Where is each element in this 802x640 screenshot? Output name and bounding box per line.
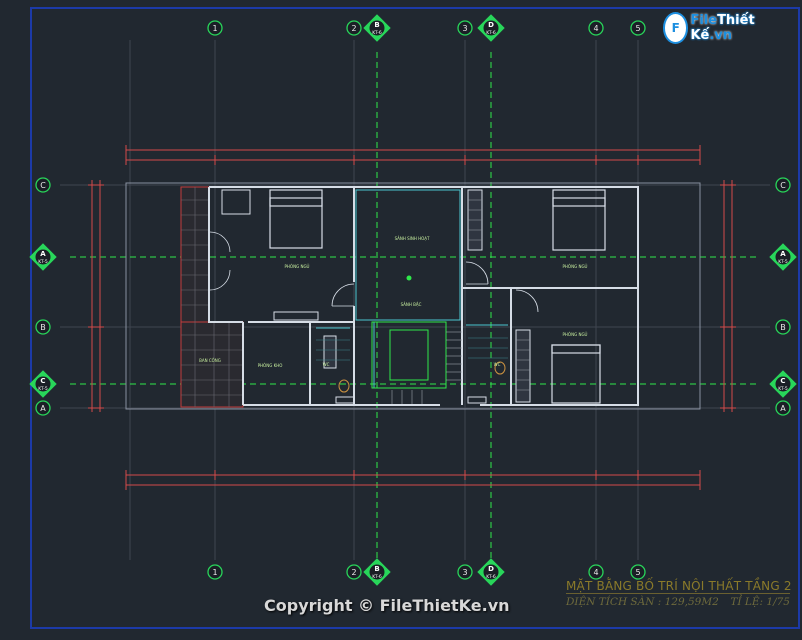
walls (208, 186, 639, 406)
drawing-title: MẶT BẰNG BỐ TRÍ NỘI THẤT TẦNG 2 (566, 579, 792, 594)
copyright-watermark: Copyright © FileThietKe.vn (264, 596, 510, 615)
grid-bubble-label: C (780, 181, 786, 190)
section-marker-label: D (488, 21, 494, 29)
section-marker: BKT-6 (363, 14, 391, 42)
grid-bubble-label: C (40, 181, 46, 190)
grid-bubble-label: 4 (593, 24, 598, 33)
grid-bubble-label: 4 (593, 568, 598, 577)
grid-bubble-label: 3 (462, 568, 467, 577)
left-dimensions (88, 180, 104, 412)
grid-bubble: B (35, 319, 51, 335)
section-marker: AKT-5 (769, 243, 797, 271)
section-marker: DKT-6 (477, 14, 505, 42)
toilets (335, 361, 506, 404)
room-label: BAN CÔNG (199, 358, 221, 363)
grid-bubble: 3 (457, 564, 473, 580)
grid-bubble-label: A (40, 404, 46, 413)
section-axes (70, 52, 760, 575)
grid-bubble-label: A (780, 404, 786, 413)
grid-bubble-label: B (780, 323, 786, 332)
room-label: SẢNH SINH HOẠT (395, 236, 430, 241)
grid-bubble: A (35, 400, 51, 416)
room-label: WC (323, 362, 330, 367)
section-marker: CKT-5 (769, 370, 797, 398)
bottom-dimensions (125, 470, 701, 490)
grid-bubble: 1 (207, 20, 223, 36)
grid-lines (60, 40, 770, 560)
section-marker-sheet: KT-6 (372, 30, 382, 36)
cad-drawing-canvas: PHÒNG NGỦ SẢNH SINH HOẠT PHÒNG NGỦ PHÒNG… (0, 0, 802, 640)
floor-plan-drawing: PHÒNG NGỦ SẢNH SINH HOẠT PHÒNG NGỦ PHÒNG… (29, 7, 800, 629)
sheet-frame (30, 7, 800, 629)
section-marker-sheet: KT-6 (372, 574, 382, 580)
right-dimensions (720, 180, 736, 412)
section-marker-label: B (374, 565, 379, 573)
section-marker: CKT-5 (29, 370, 57, 398)
stair-outline (371, 321, 447, 389)
logo-text: FileThiết Kế.vn (690, 13, 775, 43)
grid-bubble: 4 (588, 564, 604, 580)
grid-bubble: 2 (346, 564, 362, 580)
stair-steps (391, 331, 462, 404)
section-marker-sheet: KT-5 (778, 259, 788, 265)
room-label: PHÒNG NGỦ (285, 264, 310, 269)
section-marker-sheet: KT-6 (486, 30, 496, 36)
grid-bubble-label: 5 (635, 568, 640, 577)
grid-bubble-label: 2 (351, 24, 356, 33)
section-marker-label: A (40, 250, 46, 258)
level-marker (406, 275, 412, 281)
grid-bubble-label: B (40, 323, 46, 332)
grid-bubble: C (775, 177, 791, 193)
grid-bubble: 4 (588, 20, 604, 36)
drawing-scale: TỈ LỆ: 1/75 (730, 596, 790, 608)
top-dimensions (125, 145, 701, 165)
floor-area: DIỆN TÍCH SÀN : 129,59M2 (566, 596, 719, 608)
title-block: MẶT BẰNG BỐ TRÍ NỘI THẤT TẦNG 2 DIỆN TÍC… (566, 579, 792, 608)
grid-bubble-label: 3 (462, 24, 467, 33)
section-marker-label: C (780, 377, 785, 385)
grid-bubble: 1 (207, 564, 223, 580)
logo-brand-a: File (690, 13, 718, 28)
section-marker: DKT-6 (477, 558, 505, 586)
section-marker-sheet: KT-5 (778, 386, 788, 392)
room-label: WC (494, 362, 501, 367)
grid-bubble: B (775, 319, 791, 335)
section-marker-sheet: KT-6 (486, 574, 496, 580)
section-marker: AKT-5 (29, 243, 57, 271)
grid-bubble: C (35, 177, 51, 193)
grid-bubble: 3 (457, 20, 473, 36)
section-marker-sheet: KT-5 (38, 386, 48, 392)
grid-bubble-label: 5 (635, 24, 640, 33)
section-marker-label: A (780, 250, 786, 258)
grid-bubble: 5 (630, 20, 646, 36)
wc-hatch (316, 337, 508, 361)
grid-bubble: A (775, 400, 791, 416)
room-label: PHÒNG KHO (258, 363, 283, 368)
room-label: PHÒNG NGỦ (563, 264, 588, 269)
balcony-tiles (180, 186, 244, 408)
grid-bubble-label: 2 (351, 568, 356, 577)
room-label: PHÒNG NGỦ (563, 332, 588, 337)
grid-bubble: 5 (630, 564, 646, 580)
beds (269, 189, 606, 404)
section-marker: BKT-6 (363, 558, 391, 586)
section-marker-label: B (374, 21, 379, 29)
grid-bubble: 2 (346, 20, 362, 36)
section-marker-label: D (488, 565, 494, 573)
grid-bubble-label: 1 (212, 568, 217, 577)
room-label: SẢNH BẬC (401, 302, 422, 307)
logo-badge-icon: F (663, 12, 689, 44)
site-logo[interactable]: F FileThiết Kế.vn (663, 12, 775, 44)
drawing-subtitle: DIỆN TÍCH SÀN : 129,59M2 TỈ LỆ: 1/75 (566, 596, 790, 608)
section-marker-sheet: KT-5 (38, 259, 48, 265)
doors (209, 231, 539, 313)
logo-suffix: .vn (709, 28, 733, 43)
section-marker-label: C (40, 377, 45, 385)
grid-bubbles: 1122BKT-6BKT-633DKT-6DKT-64455C CAKT-5AKT… (29, 14, 797, 586)
grid-bubble-label: 1 (212, 24, 217, 33)
